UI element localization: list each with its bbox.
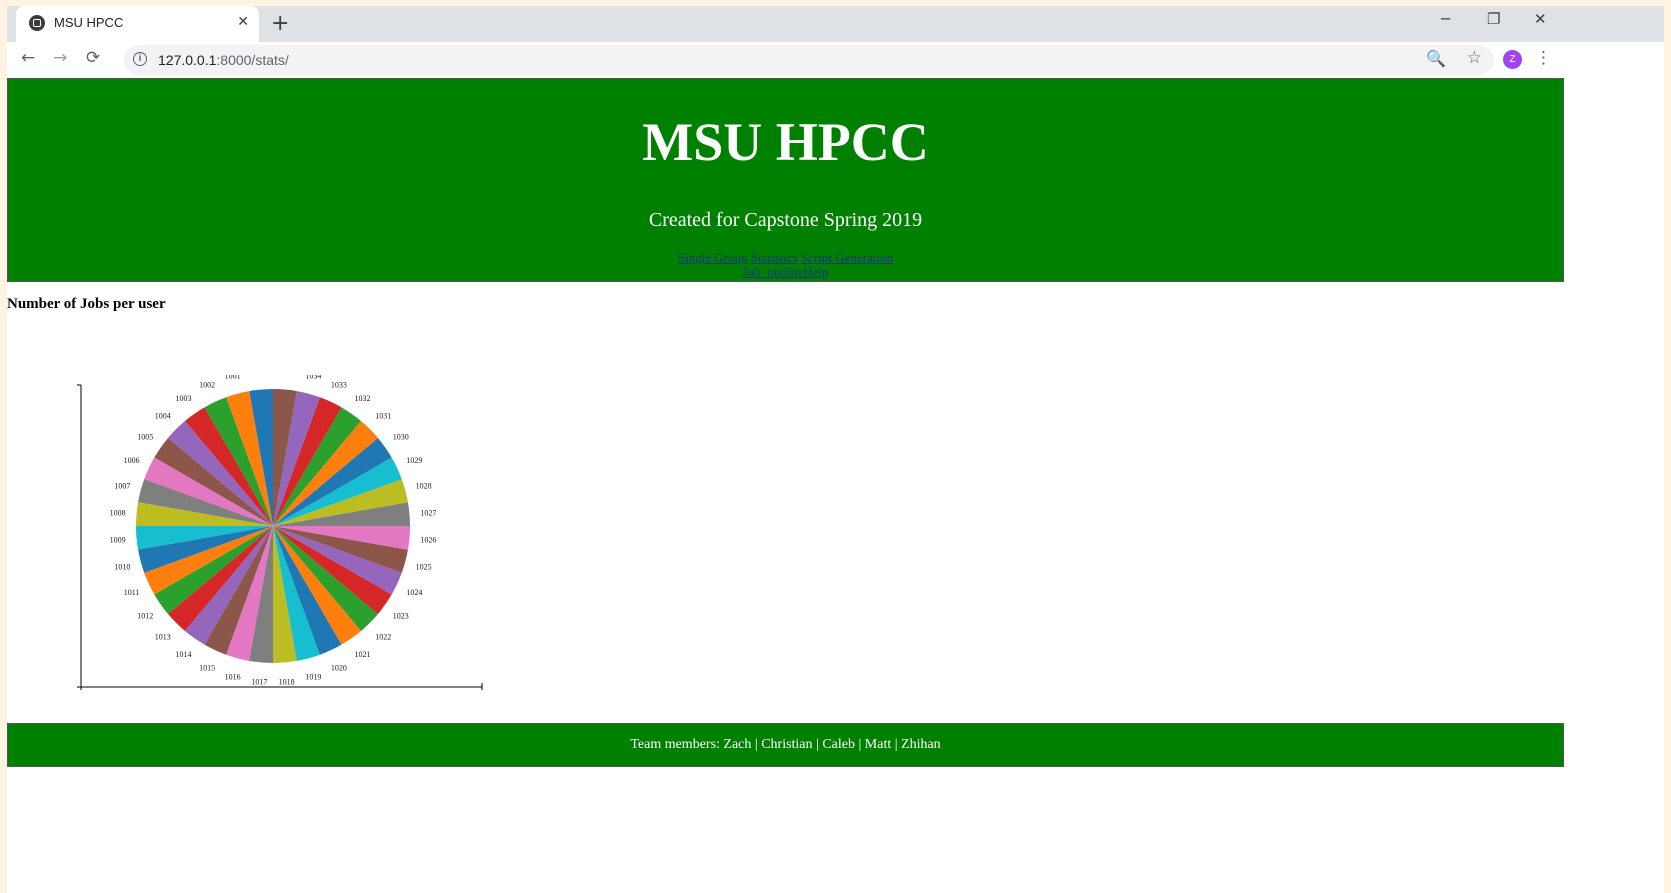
pie-label-1011: 1011 xyxy=(124,588,140,597)
pie-label-1025: 1025 xyxy=(416,562,432,571)
tab-title: MSU HPCC xyxy=(54,15,124,30)
pie-label-1009: 1009 xyxy=(110,536,126,545)
tab-strip: MSU HPCC ✕ + ─ ❐ ✕ xyxy=(7,6,1664,42)
pie-label-1020: 1020 xyxy=(331,663,347,672)
site-subtitle: Created for Capstone Spring 2019 xyxy=(648,209,923,231)
pie-label-1034: 1034 xyxy=(305,375,321,380)
close-window-button[interactable]: ✕ xyxy=(1534,10,1547,28)
restore-button[interactable]: ❐ xyxy=(1487,10,1500,28)
pie-label-1001: 1001 xyxy=(225,375,241,380)
nav-link-job-outline[interactable]: Job_outline xyxy=(743,264,804,279)
pie-label-1007: 1007 xyxy=(114,482,130,491)
pie-label-1032: 1032 xyxy=(354,394,370,403)
address-bar[interactable]: i 127.0.0.1:8000/stats/ 🔍 ☆ xyxy=(124,45,1494,75)
pie-label-1023: 1023 xyxy=(393,611,409,620)
url-text[interactable]: 127.0.0.1:8000/stats/ xyxy=(158,52,289,68)
pie-label-1022: 1022 xyxy=(375,632,391,641)
jobs-per-user-pie-chart: 1000 1001 1002 1003 1004 1005 1006 1007 1008 1009… xyxy=(77,375,483,690)
url-path: :8000/stats/ xyxy=(216,52,289,68)
pie-label-1033: 1033 xyxy=(331,381,347,390)
pie-label-1018: 1018 xyxy=(279,677,295,686)
site-header: MSU HPCC Created for Capstone Spring 201… xyxy=(7,78,1564,282)
browser-window: MSU HPCC ✕ + ─ ❐ ✕ ← → ⟳ i 127.0.0.1:800… xyxy=(7,6,1664,893)
nav-links: Single Group Statistics Script Generatio… xyxy=(8,251,1563,279)
pie-label-1010: 1010 xyxy=(114,562,130,571)
new-tab-button[interactable]: + xyxy=(271,11,289,36)
page-content: MSU HPCC Created for Capstone Spring 201… xyxy=(7,78,1664,893)
reload-button[interactable]: ⟳ xyxy=(86,48,100,68)
pie-label-1021: 1021 xyxy=(354,650,370,659)
pie-label-1008: 1008 xyxy=(110,508,126,517)
footer-team-members: Team members: Zach | Christian | Caleb |… xyxy=(630,737,941,752)
pie-label-1028: 1028 xyxy=(416,482,432,491)
pie-label-1000: 1000 xyxy=(251,375,267,376)
nav-link-help[interactable]: Help xyxy=(803,264,828,279)
site-info-icon[interactable]: i xyxy=(133,52,147,66)
browser-toolbar: ← → ⟳ i 127.0.0.1:8000/stats/ 🔍 ☆ Z ⋮ xyxy=(7,42,1664,78)
pie-label-1002: 1002 xyxy=(199,381,215,390)
pie-label-1027: 1027 xyxy=(420,508,436,517)
pie-label-1004: 1004 xyxy=(155,412,171,421)
pie-label-1005: 1005 xyxy=(137,433,153,442)
bookmark-star-icon[interactable]: ☆ xyxy=(1467,48,1482,68)
nav-link-script-generation[interactable]: Script Generation xyxy=(801,250,893,265)
pie-label-1024: 1024 xyxy=(406,588,422,597)
browser-menu-icon[interactable]: ⋮ xyxy=(1535,48,1552,68)
zoom-icon[interactable]: 🔍 xyxy=(1426,49,1446,68)
site-footer: Team members: Zach | Christian | Caleb |… xyxy=(7,723,1564,767)
pie-label-1026: 1026 xyxy=(420,536,436,545)
minimize-button[interactable]: ─ xyxy=(1441,10,1450,28)
pie-label-1035: 1035 xyxy=(279,375,295,376)
profile-avatar[interactable]: Z xyxy=(1503,50,1522,69)
pie-label-1015: 1015 xyxy=(199,663,215,672)
url-host: 127.0.0.1 xyxy=(158,52,217,68)
tab-close-icon[interactable]: ✕ xyxy=(237,14,249,30)
browser-tab[interactable]: MSU HPCC ✕ xyxy=(16,6,259,42)
pie-label-1014: 1014 xyxy=(176,650,192,659)
pie-label-1013: 1013 xyxy=(155,632,171,641)
back-button[interactable]: ← xyxy=(21,48,35,68)
pie-label-1012: 1012 xyxy=(137,611,153,620)
pie-label-1019: 1019 xyxy=(305,673,321,682)
section-title: Number of Jobs per user xyxy=(7,296,166,312)
nav-link-statistics[interactable]: Statistics xyxy=(751,250,798,265)
pie-label-1003: 1003 xyxy=(176,394,192,403)
pie-label-1030: 1030 xyxy=(393,433,409,442)
nav-link-single-group[interactable]: Single Group xyxy=(678,250,748,265)
site-title: MSU HPCC xyxy=(642,112,929,172)
forward-button[interactable]: → xyxy=(53,48,67,68)
pie-label-1029: 1029 xyxy=(406,456,422,465)
pie-label-1006: 1006 xyxy=(124,456,140,465)
pie-label-1031: 1031 xyxy=(375,412,391,421)
pie-label-1017: 1017 xyxy=(251,677,267,686)
pie-label-1016: 1016 xyxy=(225,673,241,682)
site-favicon-icon xyxy=(29,15,45,31)
